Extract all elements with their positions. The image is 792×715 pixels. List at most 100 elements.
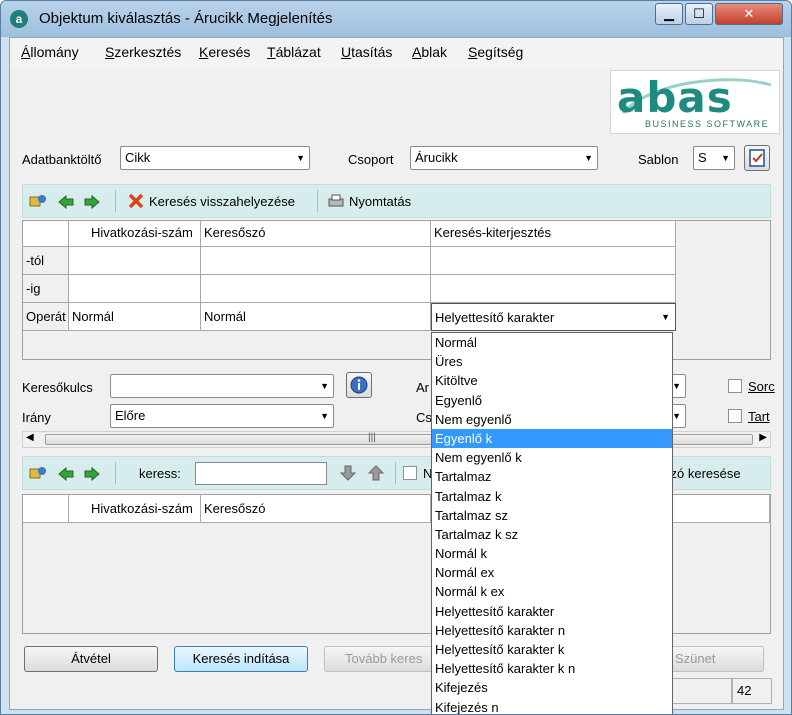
abas-logo: abas BUSINESS SOFTWARE	[610, 70, 780, 134]
menu-tablazat[interactable]: Táblázat	[267, 44, 321, 60]
dropdown-option[interactable]: Egyenlő	[432, 391, 672, 410]
arrow-left-icon[interactable]	[57, 465, 75, 481]
print-button[interactable]: Nyomtatás	[349, 194, 411, 209]
menu-bar: Állomány Szerkesztés Keresés Táblázat Ut…	[10, 38, 783, 68]
cell-tol-hivatkozasi[interactable]	[69, 247, 201, 275]
csoport-combo[interactable]: Árucikk ▼	[410, 146, 598, 170]
dropdown-option[interactable]: Normál k ex	[432, 582, 672, 601]
dropdown-option[interactable]: Nem egyenlő	[432, 410, 672, 429]
arrow-left-icon[interactable]	[57, 193, 75, 209]
scroll-right-icon[interactable]: ▶	[759, 432, 767, 443]
irany-combo[interactable]: Előre ▼	[110, 404, 334, 428]
atvetel-button[interactable]: Átvétel	[24, 646, 158, 672]
sorc-label: Sorc	[748, 379, 775, 394]
chevron-down-icon: ▼	[661, 312, 670, 322]
toolbar-separator	[115, 462, 116, 484]
sablon-label: Sablon	[638, 152, 679, 167]
adatbank-label: Adatbanktöltő	[22, 152, 102, 167]
chevron-down-icon: ▼	[672, 411, 681, 421]
dropdown-option[interactable]: Normál k	[432, 544, 672, 563]
arrow-right-icon[interactable]	[83, 193, 101, 209]
db-refresh-icon[interactable]	[29, 193, 47, 209]
reset-search-button[interactable]: Keresés visszahelyezése	[149, 194, 295, 209]
search-input[interactable]	[195, 462, 327, 485]
grid-corner-cell	[23, 495, 69, 523]
ar-label: Ar	[416, 380, 429, 395]
menu-segitseg[interactable]: Segítség	[468, 44, 523, 60]
col-header-kiterjesztes[interactable]: Keresés-kiterjesztés	[431, 221, 676, 247]
cell-ig-hivatkozasi[interactable]	[69, 275, 201, 303]
row-label-ig: -ig	[23, 275, 69, 303]
csoport-label: Csoport	[348, 152, 394, 167]
dropdown-option[interactable]: Normál ex	[432, 563, 672, 582]
sablon-combo[interactable]: S ▼	[693, 146, 735, 170]
dropdown-option[interactable]: Tartalmaz k	[432, 487, 672, 506]
app-icon: a	[10, 10, 28, 28]
dropdown-option[interactable]: Normál	[432, 333, 672, 352]
col-header-hivatkozasi[interactable]: Hivatkozási-szám	[69, 221, 201, 247]
reset-x-icon[interactable]	[127, 193, 145, 209]
cs-label: Cs	[416, 410, 432, 425]
arrow-down-icon[interactable]	[339, 465, 357, 481]
dropdown-option[interactable]: Tartalmaz	[432, 467, 672, 486]
status-number: 42	[732, 678, 772, 704]
grid-toolbar: Keresés visszahelyezése Nyomtatás	[22, 184, 771, 218]
cell-op-kiterjesztes-combo[interactable]: Helyettesítő karakter ▼	[431, 303, 676, 331]
menu-kereses[interactable]: Keresés	[199, 44, 250, 60]
adatbank-combo[interactable]: Cikk ▼	[120, 146, 310, 170]
arrow-right-icon[interactable]	[83, 465, 101, 481]
arrow-up-icon[interactable]	[367, 465, 385, 481]
dropdown-option[interactable]: Helyettesítő karakter n	[432, 621, 672, 640]
cell-ig-keresoszo[interactable]	[201, 275, 431, 303]
minimize-button[interactable]: ▁	[655, 3, 683, 25]
col-header-hivatkozasi[interactable]: Hivatkozási-szám	[69, 495, 201, 523]
cell-tol-kiterjesztes[interactable]	[431, 247, 676, 275]
irany-label: Irány	[22, 410, 51, 425]
dropdown-option[interactable]: Tartalmaz sz	[432, 506, 672, 525]
maximize-button[interactable]: ☐	[685, 3, 713, 25]
col-header-keresoszo[interactable]: Keresőszó	[201, 221, 431, 247]
dropdown-option[interactable]: Nem egyenlő k	[432, 448, 672, 467]
window-title: Objektum kiválasztás - Árucikk Megjelení…	[39, 10, 333, 27]
kereses-inditasa-button[interactable]: Keresés indítása	[174, 646, 308, 672]
row-label-operator: Operát	[23, 303, 69, 331]
checklist-button[interactable]	[744, 145, 770, 171]
dropdown-option[interactable]: Kifejezés	[432, 678, 672, 697]
col-header-keresoszo[interactable]: Keresőszó	[201, 495, 431, 523]
title-bar[interactable]: a Objektum kiválasztás - Árucikk Megjele…	[1, 1, 791, 37]
close-button[interactable]: ✕	[715, 3, 783, 25]
cell-op-keresoszo[interactable]: Normál	[201, 303, 431, 331]
dropdown-option[interactable]: Helyettesítő karakter k n	[432, 659, 672, 678]
cell-tol-keresoszo[interactable]	[201, 247, 431, 275]
scroll-left-icon[interactable]: ◀	[26, 432, 34, 443]
menu-ablak[interactable]: Ablak	[412, 44, 447, 60]
cell-op-hivatkozasi[interactable]: Normál	[69, 303, 201, 331]
toolbar-separator	[317, 190, 318, 212]
dropdown-option[interactable]: Üres	[432, 352, 672, 371]
word-search-label: szó keresése	[664, 466, 741, 481]
printer-icon[interactable]	[327, 193, 345, 209]
dropdown-option[interactable]: Kitöltve	[432, 371, 672, 390]
dropdown-option[interactable]: Tartalmaz k sz	[432, 525, 672, 544]
chevron-down-icon: ▼	[320, 411, 329, 421]
keresokulcs-combo[interactable]: ▼	[110, 374, 334, 398]
grip-icon: |||	[368, 432, 376, 443]
chevron-down-icon: ▼	[320, 381, 329, 391]
toolbar-separator	[115, 190, 116, 212]
grid-corner-cell	[23, 221, 69, 247]
extension-dropdown-list[interactable]: Normál Üres Kitöltve Egyenlő Nem egyenlő…	[431, 332, 673, 714]
menu-allomany[interactable]: Állomány	[21, 44, 79, 60]
menu-utasitas[interactable]: Utasítás	[341, 44, 392, 60]
logo-text: abas	[617, 73, 733, 122]
n-checkbox[interactable]	[403, 466, 417, 480]
dropdown-option-selected[interactable]: Egyenlő k	[432, 428, 672, 449]
dropdown-option[interactable]: Helyettesítő karakter k	[432, 640, 672, 659]
dropdown-option[interactable]: Helyettesítő karakter	[432, 602, 672, 621]
db-refresh-icon[interactable]	[29, 465, 47, 481]
info-button[interactable]	[346, 372, 372, 398]
dropdown-option[interactable]: Kifejezés n	[432, 698, 672, 714]
tart-checkbox[interactable]	[728, 409, 742, 423]
menu-szerkesztes[interactable]: Szerkesztés	[105, 44, 181, 60]
sorc-checkbox[interactable]	[728, 379, 742, 393]
cell-ig-kiterjesztes[interactable]	[431, 275, 676, 303]
